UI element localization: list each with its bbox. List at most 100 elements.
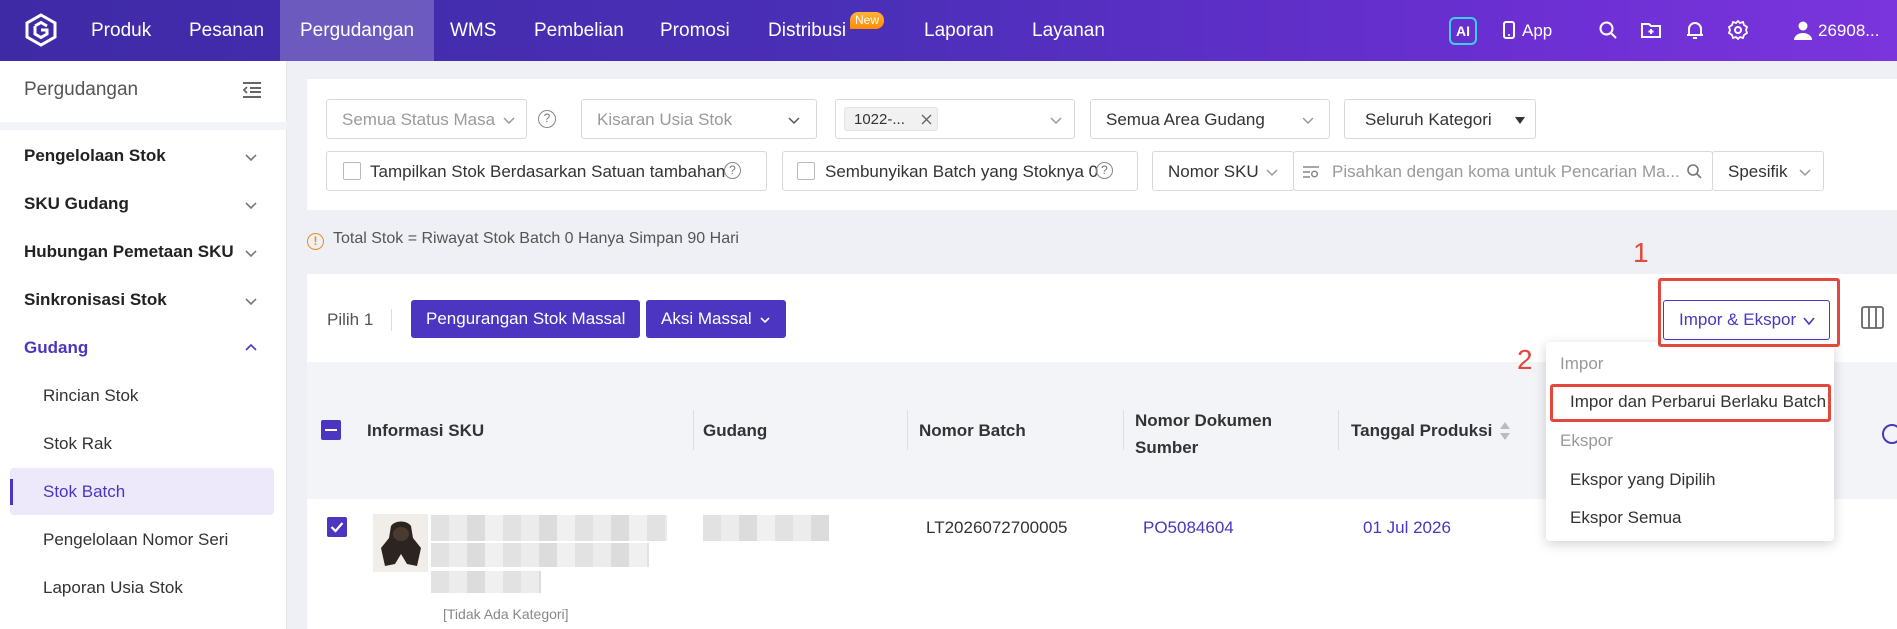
menu-export-selected[interactable]: Ekspor yang Dipilih [1570, 470, 1716, 490]
blurred-sku-name [431, 515, 667, 541]
bulk-action-label: Aksi Massal [661, 309, 752, 328]
top-navigation-bar: Produk Pesanan Pergudangan WMS Pembelian… [0, 0, 1897, 61]
stock-age-select[interactable]: Kisaran Usia Stok [581, 99, 817, 139]
toolbar-divider [391, 309, 392, 331]
settings-icon[interactable] [1727, 19, 1749, 41]
menu-export-all[interactable]: Ekspor Semua [1570, 508, 1682, 528]
sidebar-active-indicator [10, 479, 13, 505]
row-batch-number: LT2026072700005 [926, 518, 1068, 537]
chevron-down-icon [245, 202, 257, 210]
blurred-sku-code [431, 543, 649, 567]
sku-type-select[interactable]: Nomor SKU [1152, 151, 1294, 191]
sort-icon[interactable] [1499, 420, 1511, 442]
row-source-document-link[interactable]: PO5084604 [1143, 518, 1234, 538]
chevron-down-icon [1050, 117, 1062, 125]
column-settings-icon[interactable] [1860, 305, 1885, 330]
sidebar-group-hubungan-pemetaan[interactable]: Hubungan Pemetaan SKU [24, 242, 234, 262]
sidebar-title: Pergudangan [24, 79, 139, 100]
collapse-sidebar-icon[interactable] [242, 81, 262, 99]
show-by-unit-checkbox[interactable] [343, 162, 361, 180]
sidebar-group-sku-gudang[interactable]: SKU Gudang [24, 194, 129, 214]
category-value: Seluruh Kategori [1365, 110, 1492, 129]
step-1-label: 1 [1633, 237, 1649, 268]
sidebar-item-nomor-seri[interactable]: Pengelolaan Nomor Seri [43, 530, 228, 550]
sidebar-item-stok-batch[interactable]: Stok Batch [43, 482, 125, 502]
header-production-date: Tanggal Produksi [1351, 421, 1493, 440]
sidebar-item-rincian-stok[interactable]: Rincian Stok [43, 386, 138, 406]
sidebar: Pergudangan Pengelolaan Stok SKU Gudang … [0, 61, 287, 629]
help-icon[interactable]: ? [1096, 162, 1113, 179]
nav-pergudangan[interactable]: Pergudangan [280, 0, 435, 61]
help-icon[interactable]: ? [724, 162, 741, 179]
category-select[interactable]: Seluruh Kategori [1344, 99, 1536, 139]
sidebar-group-sinkronisasi[interactable]: Sinkronisasi Stok [24, 290, 167, 310]
folder-icon[interactable] [1640, 19, 1662, 41]
nav-distribusi[interactable]: Distribusi [768, 0, 846, 61]
chevron-down-icon [1799, 169, 1811, 177]
header-batch-number: Nomor Batch [919, 421, 1026, 440]
search-icon[interactable] [1686, 163, 1703, 180]
nav-layanan[interactable]: Layanan [1032, 0, 1105, 61]
batch-status-select[interactable]: Semua Status Masa [326, 99, 527, 139]
chevron-down-icon [1302, 117, 1314, 125]
user-icon [1794, 21, 1812, 40]
hide-zero-option[interactable]: Sembunyikan Batch yang Stoknya 0 ? [782, 151, 1138, 191]
nav-promosi[interactable]: Promosi [660, 0, 730, 61]
check-icon [330, 522, 344, 533]
menu-group-import: Impor [1560, 354, 1604, 373]
warehouse-area-value: Semua Area Gudang [1106, 110, 1265, 129]
sidebar-group-gudang[interactable]: Gudang [24, 338, 88, 358]
indeterminate-mark [325, 429, 337, 431]
chevron-down-icon [503, 117, 515, 125]
row-checkbox[interactable] [327, 517, 347, 537]
stock-notice: Total Stok = Riwayat Stok Batch 0 Hanya … [333, 230, 739, 247]
sidebar-group-pengelolaan-stok[interactable]: Pengelolaan Stok [24, 146, 166, 166]
bulk-reduce-stock-button[interactable]: Pengurangan Stok Massal [411, 300, 641, 338]
user-account[interactable]: 26908... [1818, 0, 1879, 61]
product-image-icon [381, 521, 421, 566]
stock-age-placeholder: Kisaran Usia Stok [597, 110, 733, 129]
ai-button[interactable]: AI [1449, 17, 1477, 45]
chevron-down-icon [245, 298, 257, 306]
caret-down-icon [1515, 117, 1525, 124]
sku-type-value: Nomor SKU [1168, 162, 1259, 181]
sku-search-placeholder: Pisahkan dengan koma untuk Pencarian Ma.… [1332, 162, 1680, 181]
hide-zero-checkbox[interactable] [797, 162, 815, 180]
show-by-unit-label: Tampilkan Stok Berdasarkan Satuan tambah… [370, 162, 726, 181]
row-category: [Tidak Ada Kategori] [443, 606, 569, 622]
nav-pesanan[interactable]: Pesanan [189, 0, 264, 61]
new-badge: New [850, 12, 885, 29]
chevron-down-icon [1266, 169, 1278, 177]
show-by-unit-option[interactable]: Tampilkan Stok Berdasarkan Satuan tambah… [326, 151, 767, 191]
app-logo-icon[interactable] [24, 13, 58, 47]
sku-search-input[interactable]: Pisahkan dengan koma untuk Pencarian Ma.… [1293, 151, 1713, 191]
select-all-checkbox[interactable] [321, 420, 341, 440]
help-icon[interactable]: ? [538, 110, 556, 128]
search-icon[interactable] [1597, 19, 1619, 41]
warehouse-select[interactable]: 1022-... [835, 99, 1075, 139]
highlight-box-step-1 [1658, 278, 1840, 347]
match-mode-select[interactable]: Spesifik [1712, 151, 1824, 191]
product-thumbnail[interactable] [373, 514, 428, 572]
chevron-down-icon [760, 317, 770, 324]
app-link[interactable]: App [1522, 0, 1552, 61]
header-warehouse: Gudang [703, 421, 768, 440]
blurred-sku-variant [431, 571, 541, 593]
batch-status-placeholder: Semua Status Masa [342, 110, 496, 129]
sidebar-item-stok-rak[interactable]: Stok Rak [43, 434, 112, 454]
warehouse-area-select[interactable]: Semua Area Gudang [1090, 99, 1330, 139]
selected-count: Pilih 1 [327, 310, 374, 329]
close-icon[interactable] [921, 114, 932, 125]
nav-wms[interactable]: WMS [450, 0, 496, 61]
chevron-up-icon [245, 343, 257, 351]
nav-laporan[interactable]: Laporan [924, 0, 994, 61]
sidebar-item-laporan-usia-stok[interactable]: Laporan Usia Stok [43, 578, 183, 598]
refresh-icon[interactable] [1882, 424, 1897, 444]
nav-pembelian[interactable]: Pembelian [534, 0, 624, 61]
bell-icon[interactable] [1684, 19, 1706, 41]
highlight-box-step-2 [1550, 384, 1831, 422]
bulk-action-button[interactable]: Aksi Massal [646, 300, 786, 338]
nav-produk[interactable]: Produk [91, 0, 151, 61]
match-mode-value: Spesifik [1728, 162, 1788, 181]
row-production-date: 01 Jul 2026 [1363, 518, 1451, 537]
